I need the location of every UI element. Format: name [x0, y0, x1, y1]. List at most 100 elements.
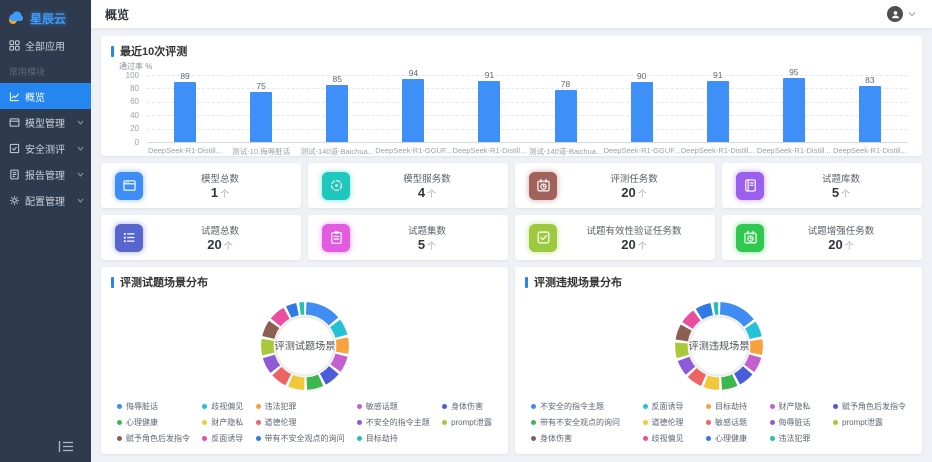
legend-dot: [643, 436, 648, 441]
library-icon: [736, 172, 764, 200]
panel-title: 评测试题场景分布: [120, 274, 208, 290]
donut-chart-right: 评测违规场景: [515, 292, 922, 399]
legend-item[interactable]: 侮辱脏话: [117, 401, 190, 412]
legend-item[interactable]: 道德伦理: [643, 417, 684, 428]
bar-value-label: 85: [299, 74, 375, 84]
bar-series: 89758594917890919583: [147, 75, 908, 142]
legend-item[interactable]: 反面诱导: [202, 433, 243, 444]
legend-dot: [706, 420, 711, 425]
bar: [326, 85, 348, 142]
legend-item[interactable]: 心理健康: [117, 417, 190, 428]
legend-item[interactable]: 财产隐私: [202, 417, 243, 428]
x-axis-label: DeepSeek-R1-Distill...: [451, 146, 527, 156]
sidebar-item-all-apps[interactable]: 全部应用: [0, 32, 91, 58]
user-menu[interactable]: [887, 6, 916, 22]
legend-item[interactable]: 不安全的指令主题: [531, 401, 620, 412]
bar-chart: 通过率 % 89758594917890919583 DeepSeek-R1-D…: [111, 61, 914, 156]
legend-item[interactable]: 歧视偏见: [202, 401, 243, 412]
legend-label: 侮辱脏话: [779, 417, 811, 428]
legend-dot: [442, 420, 447, 425]
legend-item[interactable]: 带有不安全观点的询问: [531, 417, 620, 428]
checkbox-icon: [529, 224, 557, 252]
legend-item[interactable]: 目标劫持: [357, 433, 430, 444]
y-axis-tick-label: 20: [111, 124, 139, 133]
bar-value-label: 78: [527, 79, 603, 89]
avatar[interactable]: [887, 6, 903, 22]
stat-card-label: 模型总数: [145, 171, 295, 185]
legend-item[interactable]: 道德伦理: [256, 417, 345, 428]
sidebar-item-label: 概览: [25, 89, 45, 104]
stat-card-text: 试题集数5个: [352, 223, 502, 252]
sidebar-item-report-management[interactable]: 报告管理: [0, 161, 91, 187]
bar-value-label: 94: [375, 68, 451, 78]
sidebar-item-overview[interactable]: 概览: [0, 83, 91, 109]
legend-item[interactable]: 财产隐私: [770, 401, 811, 412]
stat-card-text: 试题库数5个: [766, 171, 916, 200]
legend-label: 违法犯罪: [779, 433, 811, 444]
bar-slot: 95: [756, 75, 832, 142]
sidebar-item-config-management[interactable]: 配置管理: [0, 187, 91, 213]
legend-label: 带有不安全观点的询问: [540, 417, 620, 428]
legend-dot: [117, 420, 122, 425]
legend-item[interactable]: 侮辱脏话: [770, 417, 811, 428]
sidebar-item-safety-evaluation[interactable]: 安全测评: [0, 135, 91, 161]
legend-item[interactable]: 赋予角色后发指令: [117, 433, 190, 444]
y-axis-tick-label: 60: [111, 97, 139, 106]
bar-slot: 75: [223, 75, 299, 142]
list-icon: [115, 224, 143, 252]
legend-label: 身体伤害: [451, 401, 483, 412]
legend-item[interactable]: 违法犯罪: [770, 433, 811, 444]
stat-card: 评测任务数20个: [515, 163, 715, 208]
legend-label: 心理健康: [126, 417, 158, 428]
stat-card-value: 5个: [352, 237, 502, 252]
sidebar-collapse-button[interactable]: [58, 440, 76, 454]
legend-dot: [357, 404, 362, 409]
legend-item[interactable]: 身体伤害: [531, 433, 620, 444]
overview-chart-icon: [9, 91, 20, 102]
chevron-down-icon: [77, 146, 84, 151]
legend-label: 财产隐私: [779, 401, 811, 412]
legend-item[interactable]: 赋予角色后发指令: [833, 401, 906, 412]
model-window-icon: [9, 117, 20, 128]
legend-label: 反面诱导: [211, 433, 243, 444]
legend-dot: [256, 404, 261, 409]
violation-scene-distribution-panel: 评测违规场景分布 评测违规场景 不安全的指令主题反面诱导目标劫持财产隐私赋予角色…: [515, 267, 922, 454]
stat-card-value: 4个: [352, 185, 502, 200]
chevron-down-icon: [77, 172, 84, 177]
legend-item[interactable]: prompt泄露: [442, 417, 492, 428]
legend-item[interactable]: 敏感话题: [706, 417, 747, 428]
bar: [250, 92, 272, 142]
legend-item[interactable]: 违法犯罪: [256, 401, 345, 412]
pie-panels-row: 评测试题场景分布 评测试题场景 侮辱脏话歧视偏见违法犯罪敏感话题身体伤害心理健康…: [101, 267, 922, 454]
legend-item[interactable]: 不安全的指令主题: [357, 417, 430, 428]
bar: [478, 81, 500, 142]
bar-value-label: 75: [223, 81, 299, 91]
clipboard-icon: [322, 224, 350, 252]
donut-center-label: 评测违规场景: [688, 339, 749, 352]
legend-label: 心理健康: [715, 433, 747, 444]
title-accent-bar: [111, 277, 114, 288]
legend-item[interactable]: 反面诱导: [643, 401, 684, 412]
legend-item[interactable]: 身体伤害: [442, 401, 492, 412]
legend-item[interactable]: 敏感话题: [357, 401, 430, 412]
legend-item[interactable]: prompt泄露: [833, 417, 906, 428]
legend-item[interactable]: 心理健康: [706, 433, 747, 444]
question-scene-distribution-panel: 评测试题场景分布 评测试题场景 侮辱脏话歧视偏见违法犯罪敏感话题身体伤害心理健康…: [101, 267, 508, 454]
bar: [783, 78, 805, 142]
legend-item[interactable]: 目标劫持: [706, 401, 747, 412]
bar: [859, 86, 881, 142]
stat-card: 试题增强任务数20个: [722, 215, 922, 260]
stat-card-unit: 个: [220, 189, 229, 199]
top-bar: 概览: [91, 0, 932, 28]
legend-dot: [256, 436, 261, 441]
legend-dot: [833, 404, 838, 409]
legend-item[interactable]: 带有不安全观点的询问: [256, 433, 345, 444]
legend-dot: [531, 420, 536, 425]
legend-label: 道德伦理: [265, 417, 297, 428]
logo: 星辰云: [0, 0, 91, 32]
legend-dot: [202, 420, 207, 425]
sidebar-item-model-management[interactable]: 模型管理: [0, 109, 91, 135]
legend-left: 侮辱脏话 歧视偏见 违法犯罪 敏感话题 身体伤害心理健康 财产隐私 道德伦理 不安全的指令主题…: [101, 399, 508, 454]
legend-item[interactable]: 歧视偏见: [643, 433, 684, 444]
stat-card-label: 试题增强任务数: [766, 223, 916, 237]
